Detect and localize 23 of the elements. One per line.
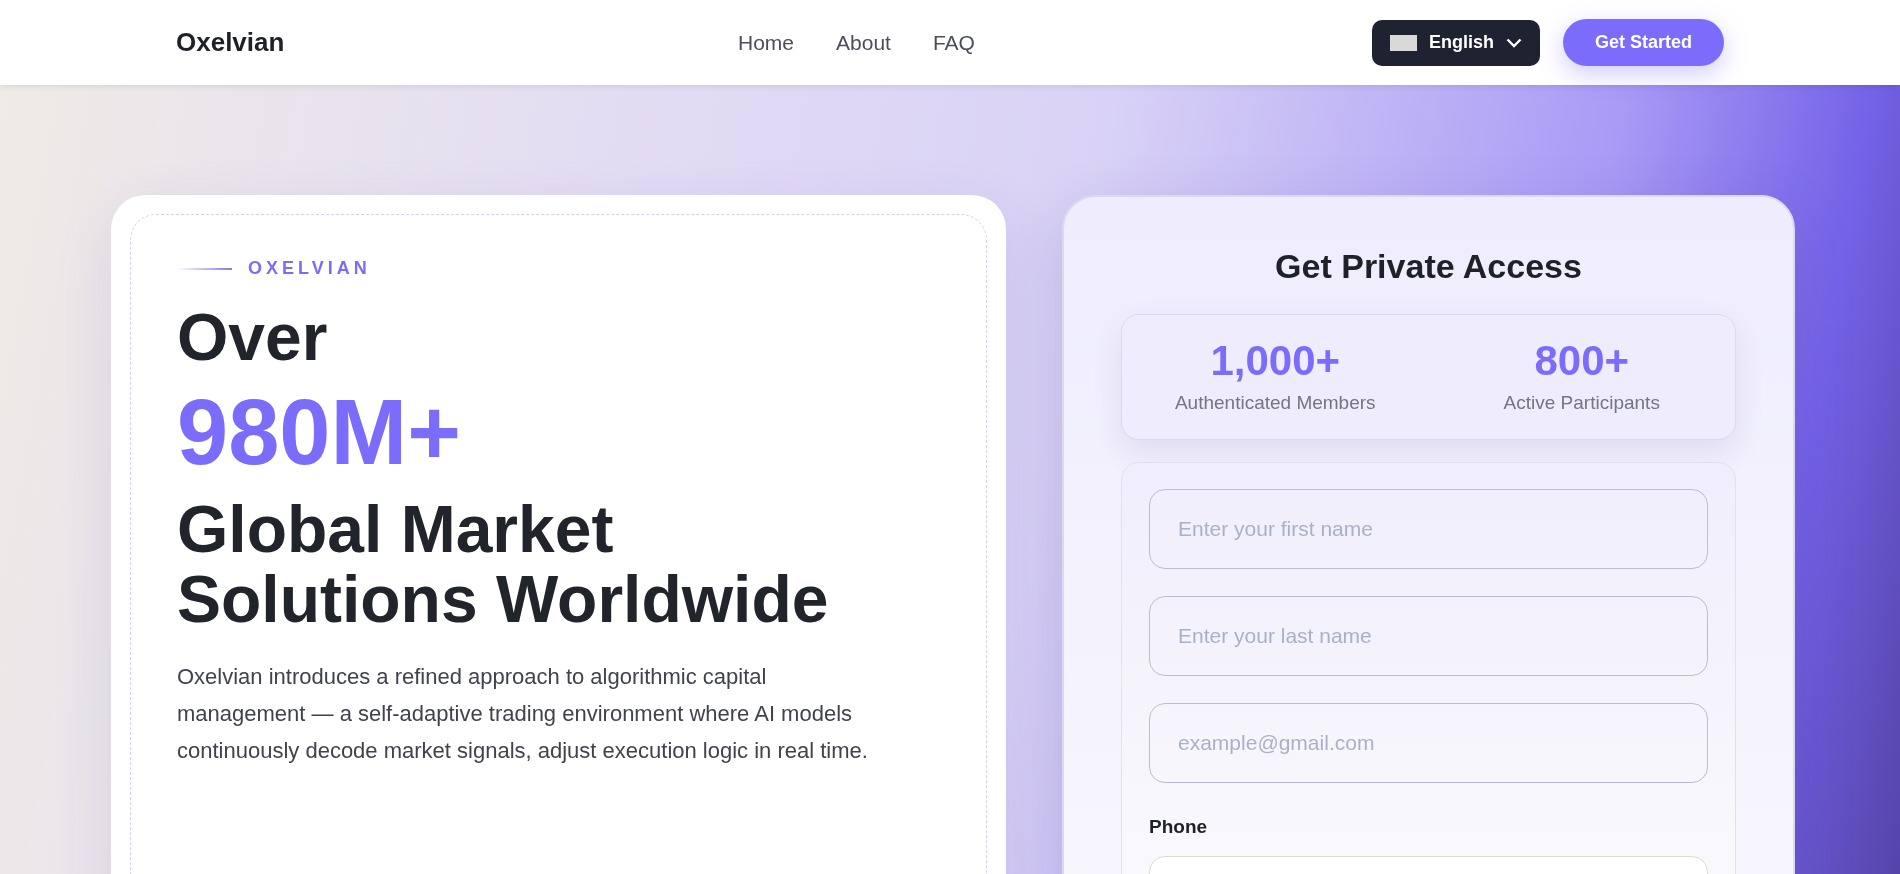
stat-label: Active Participants — [1503, 390, 1660, 415]
hero-description: Oxelvian introduces a refined approach to algorithmic capital management — a self-adaptive trading environment where AI models continuously decode market signals, adjust execution logic in real time. — [177, 663, 869, 765]
hero-highlight: 980M+ — [177, 380, 462, 484]
text-field[interactable]: Enter your first name — [1149, 489, 1708, 569]
flag-icon — [1390, 34, 1417, 51]
stat-label: Authenticated Members — [1174, 390, 1376, 415]
nav-link[interactable]: Home — [738, 26, 795, 59]
phone-label: Phone — [1149, 815, 1209, 839]
language-selector[interactable]: English — [1372, 19, 1540, 66]
stat-value: 800+ — [1534, 336, 1630, 385]
logo[interactable]: Oxelvian — [176, 23, 576, 62]
accent-line — [177, 267, 232, 270]
form-title: Get Private Access — [1274, 246, 1583, 287]
nav-link[interactable]: FAQ — [932, 26, 975, 59]
stat-value: 1,000+ — [1210, 336, 1341, 385]
get-started-button[interactable]: Get Started — [1563, 19, 1724, 66]
nav-link[interactable]: About — [836, 26, 891, 59]
hero-heading: Global Market Solutions Worldwide — [177, 494, 830, 634]
hero-heading: Over — [177, 300, 329, 374]
chevron-down-icon — [1506, 37, 1522, 48]
text-field[interactable]: Enter your last name — [1149, 596, 1708, 676]
text-field[interactable]: example@gmail.com — [1149, 703, 1708, 783]
eyebrow-text: OXELVIAN — [248, 257, 371, 280]
